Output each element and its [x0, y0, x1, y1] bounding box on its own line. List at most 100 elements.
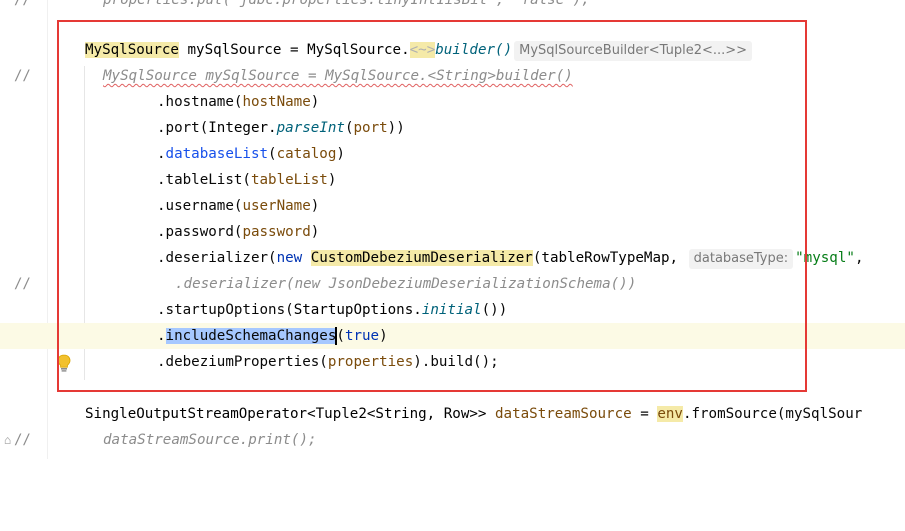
class-ref: CustomDebeziumDeserializer	[310, 250, 533, 266]
code-line-11[interactable]: .startupOptions(StartupOptions.initial()…	[0, 297, 905, 323]
static-method: initial	[421, 302, 482, 318]
dot: .	[157, 172, 166, 188]
paren: )	[310, 224, 320, 240]
code-line-3[interactable]: .hostname(hostName)	[0, 89, 905, 115]
code-text: .username(userName)	[157, 193, 319, 219]
comment-marker: //	[14, 276, 31, 292]
class-ref: Integer.	[208, 120, 277, 136]
code-text: .startupOptions(StartupOptions.initial()…	[157, 297, 507, 323]
code-text: .databaseList(catalog)	[157, 141, 345, 167]
code-line-16[interactable]: // ⌂ dataStreamSource.print();	[0, 427, 905, 453]
paren: (	[336, 328, 345, 344]
argument: catalog	[276, 146, 337, 162]
fold-icon[interactable]: ⌂	[4, 434, 11, 446]
method-name: password	[165, 224, 234, 240]
code-text: .tableList(tableList)	[157, 167, 336, 193]
dot: .	[157, 198, 166, 214]
paren: (	[199, 120, 209, 136]
dot: .	[157, 146, 166, 162]
code-text: properties.put("jdbc.properties.tinyInt1…	[103, 0, 590, 8]
code-text: .port(Integer.parseInt(port))	[157, 115, 405, 141]
comment-marker: //	[14, 0, 31, 8]
variable-name: mySqlSource	[187, 42, 282, 58]
code-text: dataStreamSource.print();	[103, 432, 317, 448]
string-literal: "mysql"	[795, 250, 855, 266]
code-text: .deserializer(new CustomDebeziumDeserial…	[157, 245, 863, 271]
code-line-9[interactable]: .deserializer(new CustomDebeziumDeserial…	[0, 245, 905, 271]
dot: .	[157, 328, 166, 344]
static-method: parseInt	[276, 120, 345, 136]
paren: (	[268, 146, 277, 162]
code-text: .debeziumProperties(properties).build();	[157, 349, 499, 375]
lightbulb-icon[interactable]	[22, 328, 71, 372]
type-name: MySqlSource	[85, 42, 179, 58]
dot: .	[157, 224, 166, 240]
code-line-4[interactable]: .port(Integer.parseInt(port))	[0, 115, 905, 141]
method-name: builder()	[435, 42, 513, 58]
comma: ,	[669, 250, 687, 266]
paren: (	[242, 172, 251, 188]
paren: )	[336, 146, 345, 162]
argument: tableRowTypeMap	[541, 250, 670, 266]
generic-fold[interactable]: <~>	[409, 42, 436, 58]
variable-ref: env	[657, 406, 683, 422]
paren: ).build();	[413, 354, 499, 370]
method-call: .fromSource(mySqlSour	[682, 406, 863, 422]
type-name: SingleOutputStreamOperator	[85, 406, 308, 422]
argument: tableList	[250, 172, 328, 188]
dot: .	[157, 302, 166, 318]
argument: properties	[327, 354, 414, 370]
comma: ,	[854, 250, 864, 266]
code-line-13[interactable]: .debeziumProperties(properties).build();	[0, 349, 905, 375]
code-line-1[interactable]: MySqlSource mySqlSource = MySqlSource.<~…	[0, 37, 905, 63]
method-name: port	[165, 120, 200, 136]
code-text: .hostname(hostName)	[157, 89, 319, 115]
paren: ())	[481, 302, 508, 318]
paren: )	[379, 328, 388, 344]
keyword: new	[276, 250, 311, 266]
code-text: SingleOutputStreamOperator<Tuple2<String…	[85, 401, 862, 427]
argument: userName	[242, 198, 311, 214]
paren: )	[310, 198, 320, 214]
param-inlay-hint: databaseType:	[688, 249, 794, 269]
code-line-12[interactable]: .includeSchemaChanges(true)	[0, 323, 905, 372]
dot: .	[157, 354, 166, 370]
code-text: .password(password)	[157, 219, 319, 245]
keyword: true	[344, 328, 380, 344]
method-name: hostname	[165, 94, 234, 110]
class-ref: MySqlSource.	[307, 42, 410, 58]
code-line-10[interactable]: // .deserializer(new JsonDebeziumDeseria…	[0, 271, 905, 297]
generic-type: <Tuple2<String, Row>>	[307, 406, 487, 422]
code-line-0[interactable]: // properties.put("jdbc.properties.tinyI…	[0, 0, 905, 13]
argument: port	[353, 120, 388, 136]
code-line-5[interactable]: .databaseList(catalog)	[0, 141, 905, 167]
method-name: username	[165, 198, 234, 214]
dot: .	[157, 120, 166, 136]
paren: ))	[387, 120, 405, 136]
method-name: databaseList	[165, 146, 269, 162]
code-line-2[interactable]: // MySqlSource mySqlSource = MySqlSource…	[0, 63, 905, 89]
method-name: startupOptions	[165, 302, 286, 318]
code-line-8[interactable]: .password(password)	[0, 219, 905, 245]
selected-method-name[interactable]: includeSchemaChanges	[165, 328, 337, 344]
paren: (	[319, 354, 328, 370]
code-text: .deserializer(new JsonDebeziumDeserializ…	[175, 276, 637, 292]
code-text: MySqlSource mySqlSource = MySqlSource.<~…	[85, 37, 754, 63]
paren: )	[310, 94, 320, 110]
code-text: .includeSchemaChanges(true)	[157, 323, 388, 349]
code-line-15[interactable]: SingleOutputStreamOperator<Tuple2<String…	[0, 401, 905, 427]
code-text: MySqlSource mySqlSource = MySqlSource.<S…	[103, 68, 573, 84]
argument: password	[242, 224, 311, 240]
operator: =	[281, 42, 308, 58]
class-ref: StartupOptions.	[293, 302, 422, 318]
type-inlay-hint: MySqlSourceBuilder<Tuple2<...>>	[514, 41, 753, 61]
dot: .	[157, 94, 166, 110]
argument: hostName	[242, 94, 311, 110]
paren: )	[327, 172, 337, 188]
paren: (	[285, 302, 294, 318]
comment-marker: //	[14, 432, 31, 448]
comment-marker: //	[14, 68, 31, 84]
code-line-7[interactable]: .username(userName)	[0, 193, 905, 219]
paren: (	[268, 250, 277, 266]
code-line-6[interactable]: .tableList(tableList)	[0, 167, 905, 193]
